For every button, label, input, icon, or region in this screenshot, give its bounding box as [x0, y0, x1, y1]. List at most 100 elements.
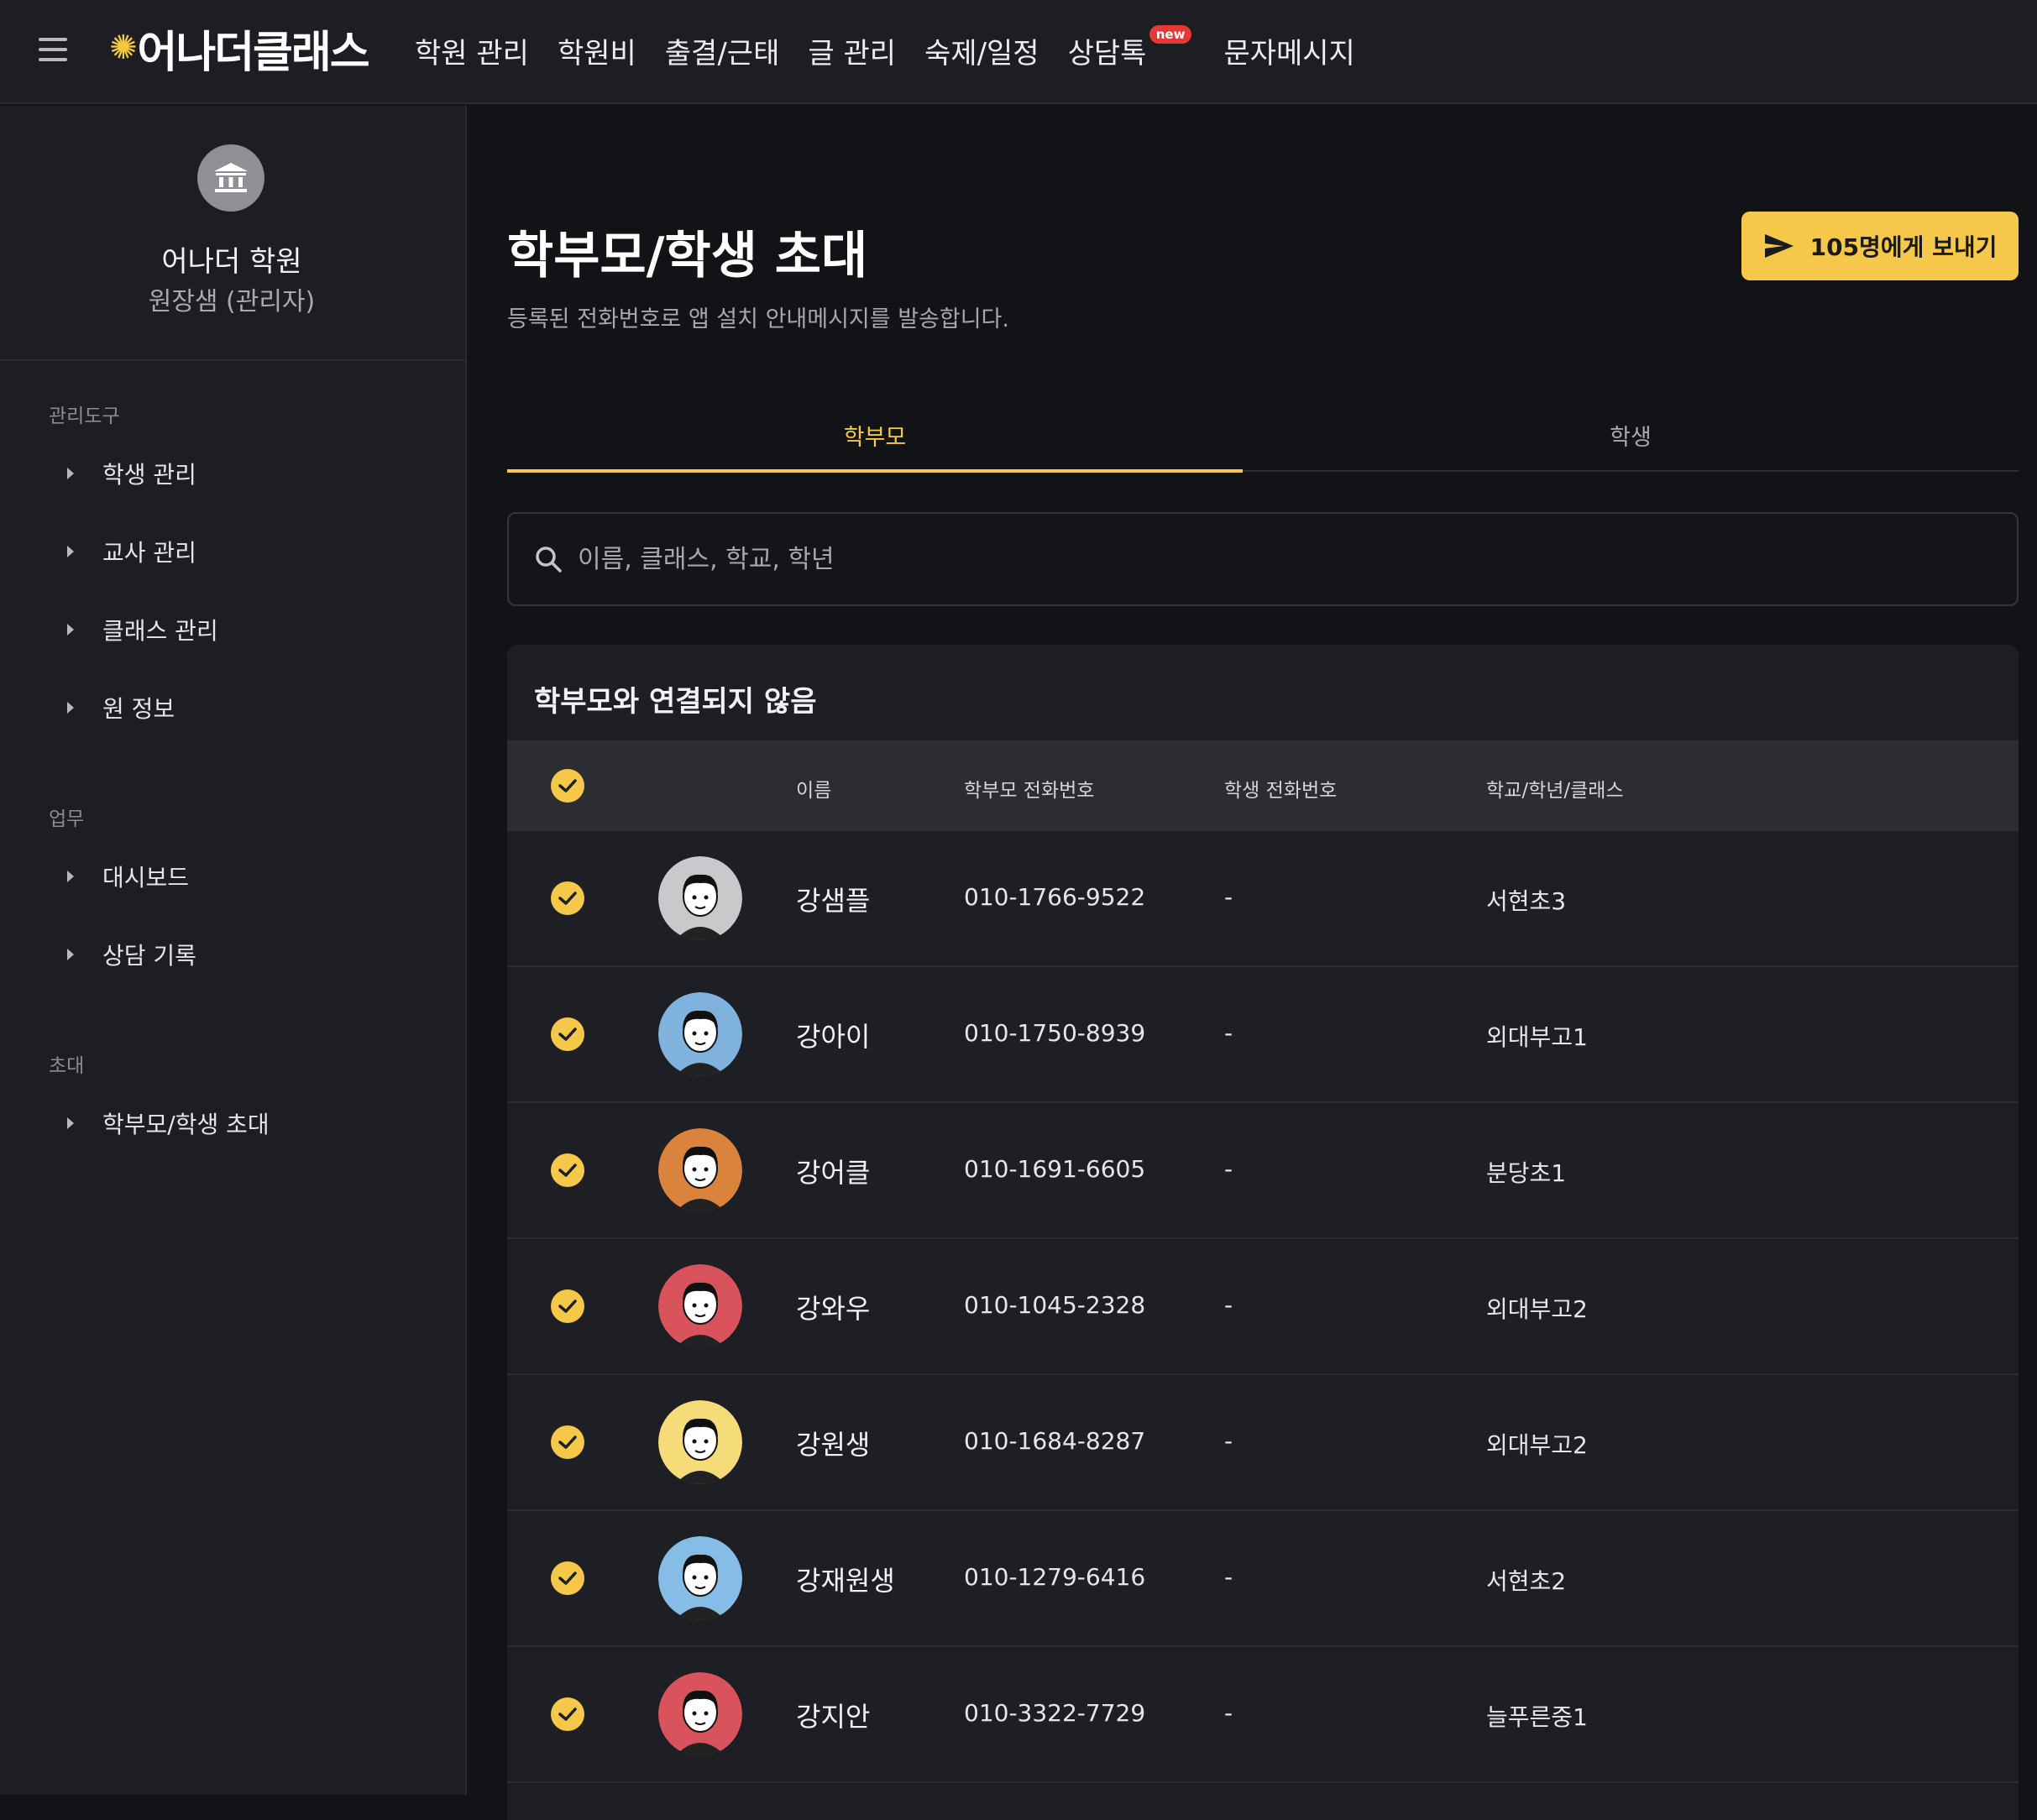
sidebar-item-label: 클래스 관리 — [102, 617, 218, 645]
cell-student-phone: - — [1224, 1155, 1233, 1183]
avatar — [658, 1536, 742, 1620]
sidebar-item-classes[interactable]: 클래스 관리 — [67, 609, 218, 651]
sidebar-item-label: 학부모/학생 초대 — [102, 1111, 270, 1138]
cell-name: 강아이 — [796, 1021, 871, 1053]
cell-student-phone: - — [1224, 1019, 1233, 1047]
col-school[interactable]: 학교/학년/클래스 — [1486, 774, 1624, 803]
top-nav: 학원 관리 학원비 출결/근태 글 관리 숙제/일정 상담톡 new 문자메시지 — [415, 24, 1384, 76]
table-header: 이름 학부모 전화번호 학생 전화번호 학교/학년/클래스 — [507, 740, 2019, 831]
cell-school: 서현초2 — [1486, 1567, 1567, 1595]
avatar — [658, 856, 742, 940]
sidebar-item-invite[interactable]: 학부모/학생 초대 — [67, 1102, 270, 1144]
logo[interactable]: ✺ 어나더클래스 — [109, 18, 370, 78]
sidebar-item-academy-info[interactable]: 원 정보 — [67, 687, 175, 729]
nav-homework[interactable]: 숙제/일정 — [924, 30, 1039, 71]
section-label-tools: 관리도구 — [49, 405, 120, 427]
top-bar: ✺ 어나더클래스 학원 관리 학원비 출결/근태 글 관리 숙제/일정 상담톡 … — [0, 0, 2037, 104]
tab-students[interactable]: 학생 — [1243, 400, 2019, 470]
row-checkbox[interactable] — [551, 1425, 584, 1459]
table-row[interactable]: 강와우 010-1045-2328 - 외대부고2 — [507, 1239, 2019, 1375]
search-box — [507, 512, 2019, 606]
caret-right-icon — [67, 1117, 74, 1129]
table-row[interactable]: 강지안 010-3322-7729 - 늘푸른중1 — [507, 1647, 2019, 1783]
cell-parent-phone: 010-3322-7729 — [964, 1699, 1146, 1727]
sidebar-item-teachers[interactable]: 교사 관리 — [67, 531, 196, 573]
search-input[interactable] — [578, 544, 1921, 574]
tab-parents[interactable]: 학부모 — [507, 400, 1243, 473]
avatar — [658, 1264, 742, 1348]
cell-student-phone: - — [1224, 1427, 1233, 1455]
check-icon — [558, 1436, 577, 1449]
table-row[interactable]: 강어클 010-1691-6605 - 분당초1 — [507, 1103, 2019, 1239]
page-subtitle: 등록된 전화번호로 앱 설치 안내메시지를 발송합니다. — [507, 306, 1009, 332]
cell-student-phone: - — [1224, 1291, 1233, 1319]
row-checkbox[interactable] — [551, 1697, 584, 1731]
cell-name: 강지안 — [796, 1701, 871, 1733]
col-parent-phone[interactable]: 학부모 전화번호 — [964, 774, 1094, 803]
table-row[interactable]: 강샘플 010-1766-9522 - 서현초3 — [507, 831, 2019, 967]
new-badge: new — [1149, 24, 1192, 44]
cell-school: 서현초3 — [1486, 887, 1567, 915]
nav-sms[interactable]: 문자메시지 — [1223, 30, 1354, 71]
nav-attendance[interactable]: 출결/근태 — [665, 30, 780, 71]
nav-tuition[interactable]: 학원비 — [558, 30, 636, 71]
user-role: 원장샘 (관리자) — [148, 287, 316, 316]
row-checkbox[interactable] — [551, 1289, 584, 1323]
sidebar-item-label: 원 정보 — [102, 695, 175, 723]
sidebar-item-dashboard[interactable]: 대시보드 — [67, 855, 189, 897]
section-label-work: 업무 — [49, 808, 85, 830]
sidebar: 어나더 학원 원장샘 (관리자) 관리도구 학생 관리 교사 관리 클래스 관리… — [0, 106, 467, 1795]
tab-bar: 학부모 학생 — [507, 400, 2019, 473]
caret-right-icon — [67, 871, 74, 882]
send-icon — [1764, 234, 1794, 258]
logo-text: 어나더클래스 — [137, 27, 370, 78]
check-icon — [558, 1028, 577, 1041]
send-button[interactable]: 105명에게 보내기 — [1741, 212, 2019, 280]
row-checkbox[interactable] — [551, 1153, 584, 1187]
table-row[interactable]: 강원생 010-1684-8287 - 외대부고2 — [507, 1375, 2019, 1511]
check-icon — [558, 1164, 577, 1177]
select-all-checkbox[interactable] — [551, 769, 584, 803]
cell-school: 외대부고2 — [1486, 1431, 1588, 1459]
caret-right-icon — [67, 702, 74, 714]
cell-name: 강어클 — [796, 1157, 871, 1189]
cell-name: 강원생 — [796, 1429, 871, 1461]
cell-parent-phone: 010-1279-6416 — [964, 1563, 1146, 1591]
cell-name: 강재원생 — [796, 1565, 895, 1597]
caret-right-icon — [67, 949, 74, 960]
col-name[interactable]: 이름 — [796, 774, 831, 803]
col-student-phone[interactable]: 학생 전화번호 — [1224, 774, 1337, 803]
sidebar-item-label: 대시보드 — [102, 864, 190, 892]
nav-academy[interactable]: 학원 관리 — [415, 30, 529, 71]
check-icon — [558, 892, 577, 905]
row-checkbox[interactable] — [551, 1561, 584, 1595]
caret-right-icon — [67, 546, 74, 557]
nav-posts[interactable]: 글 관리 — [808, 30, 896, 71]
row-checkbox[interactable] — [551, 881, 584, 915]
cell-school: 늘푸른중1 — [1486, 1703, 1588, 1731]
check-icon — [558, 779, 577, 792]
academy-name: 어나더 학원 — [161, 245, 302, 279]
nav-chat-label: 상담톡 — [1067, 36, 1147, 71]
cell-name: 강샘플 — [796, 885, 871, 917]
cell-name: 강와우 — [796, 1293, 871, 1325]
row-checkbox[interactable] — [551, 1017, 584, 1051]
cell-student-phone: - — [1224, 1563, 1233, 1591]
sidebar-item-consult-log[interactable]: 상담 기록 — [67, 934, 196, 975]
cell-parent-phone: 010-1750-8939 — [964, 1019, 1146, 1047]
check-icon — [558, 1300, 577, 1313]
avatar — [658, 992, 742, 1076]
nav-chat[interactable]: 상담톡 new — [1067, 24, 1192, 71]
section-label-invite: 초대 — [49, 1055, 85, 1077]
sidebar-item-students[interactable]: 학생 관리 — [67, 452, 196, 494]
sidebar-item-label: 교사 관리 — [102, 539, 196, 567]
table-row[interactable]: 강아이 010-1750-8939 - 외대부고1 — [507, 967, 2019, 1103]
menu-icon[interactable] — [39, 38, 67, 63]
cell-student-phone: - — [1224, 1699, 1233, 1727]
caret-right-icon — [67, 468, 74, 479]
unlinked-card: 학부모와 연결되지 않음 이름 학부모 전화번호 학생 전화번호 학교/학년/클… — [507, 645, 2019, 1820]
avatar — [658, 1672, 742, 1756]
table-row[interactable]: 강재원생 010-1279-6416 - 서현초2 — [507, 1511, 2019, 1647]
sidebar-item-label: 학생 관리 — [102, 461, 196, 489]
academy-icon — [197, 144, 264, 212]
